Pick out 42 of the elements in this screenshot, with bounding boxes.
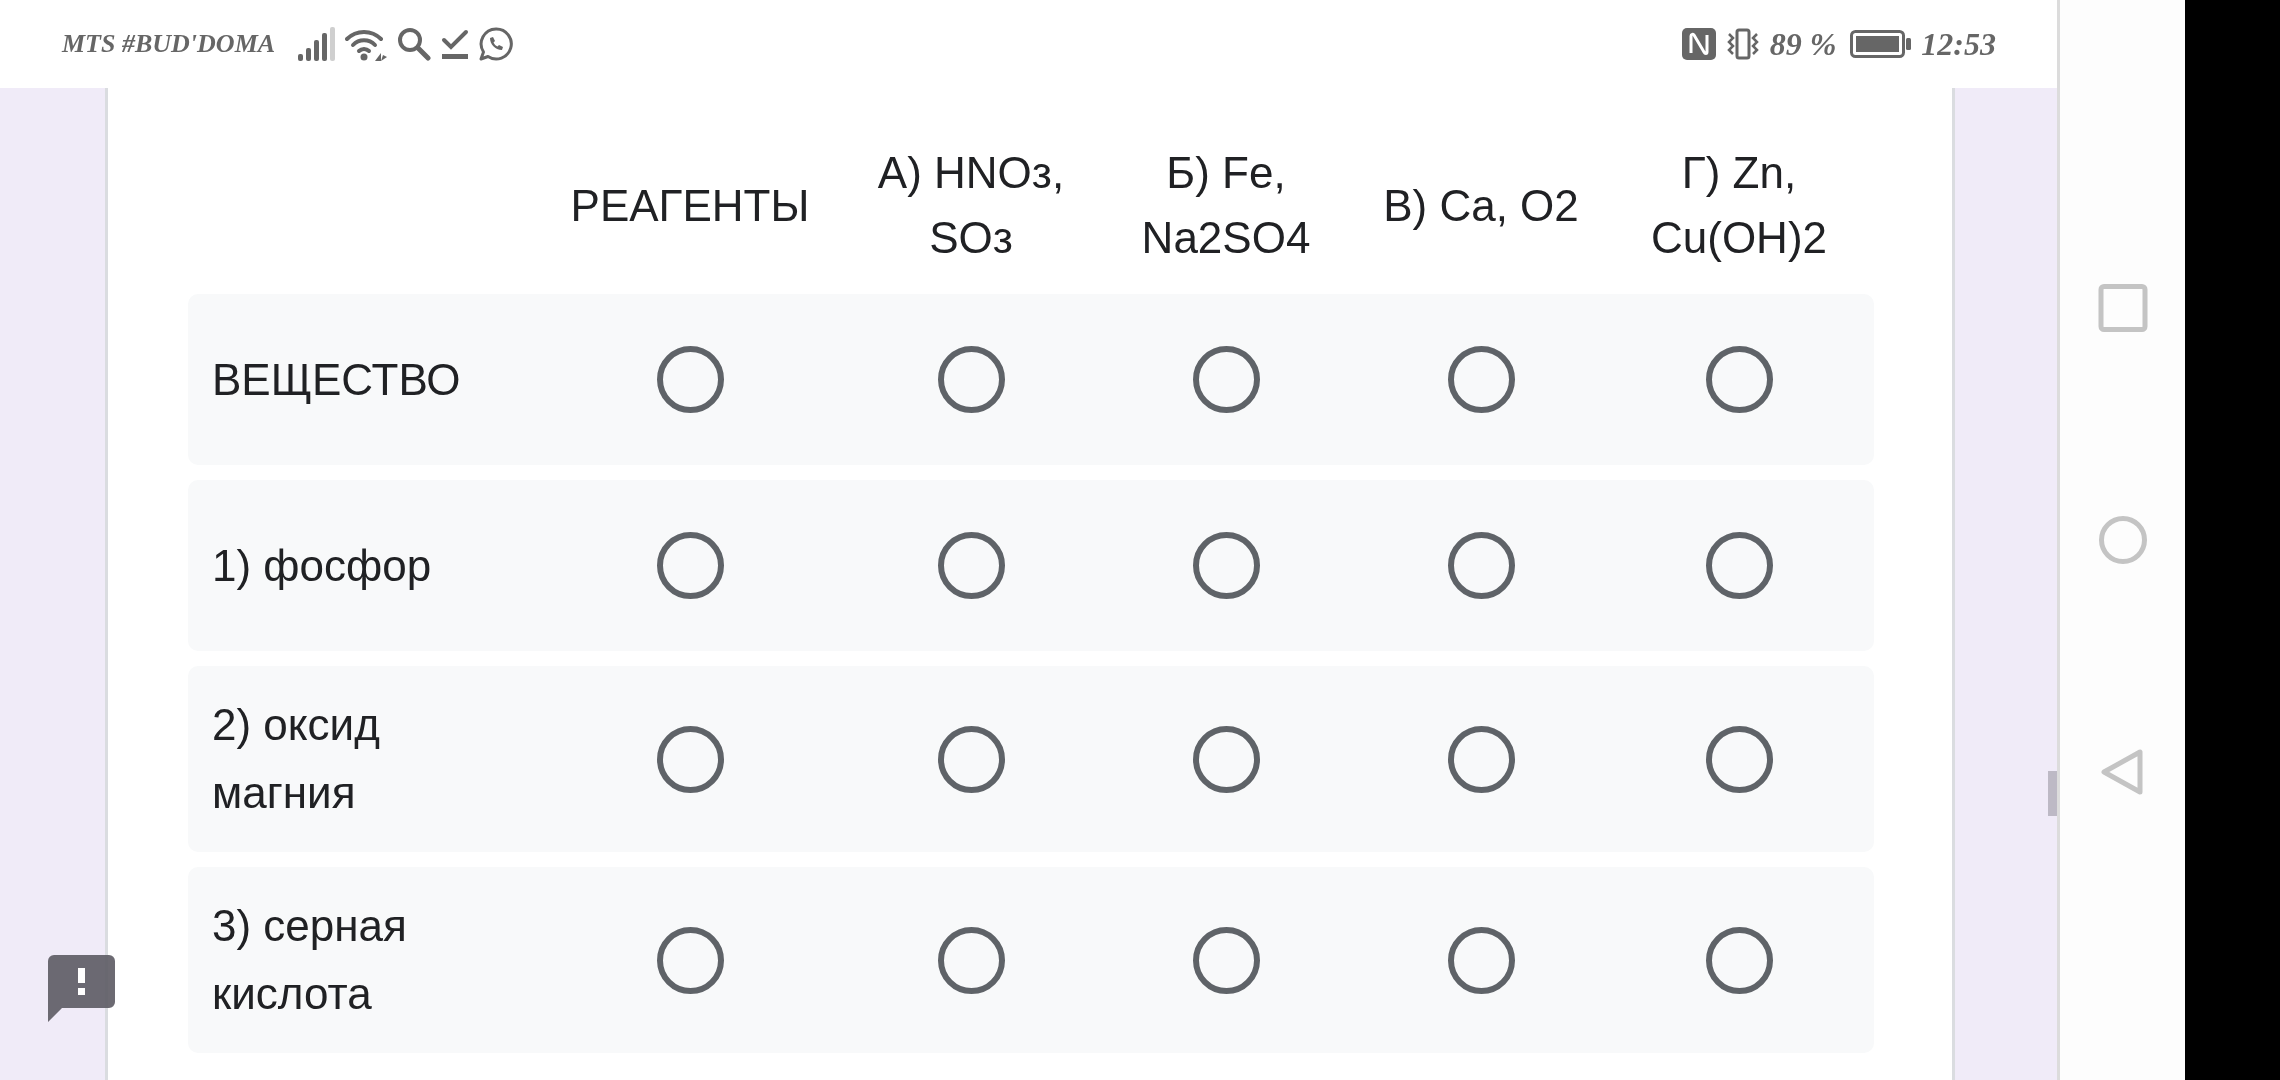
chat-phone-icon (479, 27, 514, 61)
radio-button[interactable] (656, 725, 724, 793)
radio-button[interactable] (1192, 532, 1260, 599)
row-label: ВЕЩЕСТВО (212, 353, 461, 406)
radio-button[interactable] (937, 725, 1005, 793)
radio-button[interactable] (656, 532, 724, 599)
battery-icon (1850, 30, 1912, 58)
radio-button[interactable] (1447, 532, 1515, 599)
column-header: Б) Fe, Na2SO4 (1140, 147, 1312, 264)
radio-button[interactable] (656, 926, 724, 994)
row-label: 2) оксид магния (212, 699, 381, 819)
column-header: А) HNOз, SOз (876, 147, 1066, 264)
battery-percent: 89 % (1769, 25, 1837, 63)
carrier-name: MTS #BUD'DOMA (62, 29, 276, 59)
radio-button[interactable] (1705, 532, 1773, 599)
clock-time: 12:53 (1921, 25, 1996, 63)
radio-button[interactable] (1447, 926, 1515, 994)
radio-button[interactable] (656, 346, 724, 413)
radio-button[interactable] (1192, 346, 1260, 413)
row-label: 3) серная кислота (212, 900, 408, 1020)
vibrate-icon (1725, 28, 1760, 60)
radio-button[interactable] (937, 532, 1005, 599)
wifi-icon (345, 27, 388, 61)
scrollbar-thumb (2048, 771, 2057, 816)
tick-icon (441, 29, 470, 59)
speech-bubble-icon[interactable] (48, 955, 115, 1022)
nfc-icon (1681, 28, 1716, 60)
column-header: РЕАГЕНТЫ (570, 179, 810, 232)
radio-button[interactable] (1192, 725, 1260, 793)
radio-button[interactable] (1192, 926, 1260, 994)
radio-button[interactable] (1705, 926, 1773, 994)
search-icon (397, 27, 432, 61)
radio-button[interactable] (1705, 725, 1773, 793)
radio-button[interactable] (937, 926, 1005, 994)
radio-button[interactable] (1705, 346, 1773, 413)
radio-button[interactable] (1447, 346, 1515, 413)
row-label: 1) фосфор (212, 539, 432, 592)
radio-button[interactable] (1447, 725, 1515, 793)
column-header: В) Ca, O2 (1383, 179, 1579, 232)
column-header: Г) Zn, Cu(OH)2 (1650, 147, 1828, 264)
signal-icon (298, 27, 336, 61)
radio-button[interactable] (937, 346, 1005, 413)
